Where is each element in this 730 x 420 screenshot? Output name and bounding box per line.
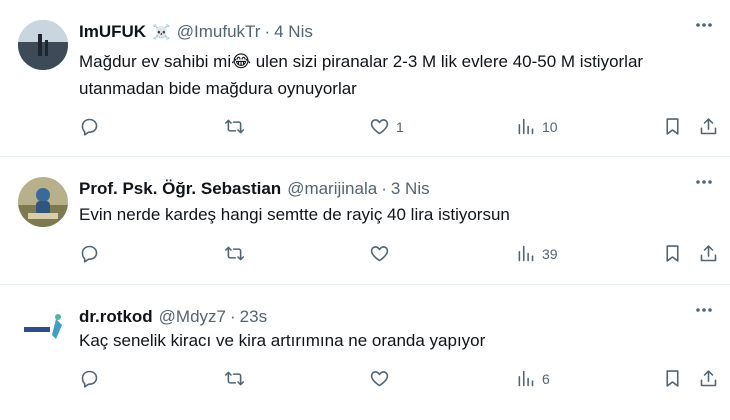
bookmark-icon (666, 118, 679, 135)
action-bar: 6 (79, 368, 720, 394)
retweet-button[interactable] (224, 243, 245, 264)
tweet[interactable]: ImUFUK ☠️ @ImufukTr · 4 Nis Mağdur ev sa… (0, 0, 730, 157)
tweet-text: Kaç senelik kiracı ve kira artırımına ne… (79, 331, 486, 350)
reply-icon (81, 370, 98, 388)
display-name[interactable]: ImUFUK (79, 22, 146, 42)
more-icon[interactable] (690, 299, 718, 323)
heart-icon (370, 371, 389, 387)
avatar[interactable] (18, 305, 68, 355)
display-name[interactable]: dr.rotkod (79, 307, 153, 327)
tweet-header: ImUFUK ☠️ @ImufukTr · 4 Nis (79, 22, 670, 42)
more-icon[interactable] (690, 14, 718, 38)
timestamp[interactable]: 3 Nis (391, 179, 430, 199)
user-handle[interactable]: @ImufukTr (177, 22, 261, 42)
tweet[interactable]: Prof. Psk. Öğr. Sebastian @marijinala · … (0, 157, 730, 285)
bookmark-button[interactable] (662, 243, 683, 264)
heart-icon (370, 119, 389, 135)
view-count: 10 (542, 118, 558, 135)
view-count: 6 (542, 370, 550, 387)
separator-dot: · (264, 22, 271, 41)
reply-button[interactable] (79, 368, 100, 389)
skull-crossbones-icon: ☠️ (152, 24, 171, 41)
avatar[interactable] (18, 177, 68, 227)
retweet-icon (224, 371, 245, 386)
views-icon (518, 118, 534, 135)
like-button[interactable] (369, 368, 390, 389)
timestamp[interactable]: 4 Nis (274, 22, 313, 42)
bookmark-icon (666, 245, 679, 262)
reply-icon (81, 118, 98, 136)
share-button[interactable] (698, 368, 719, 389)
reply-button[interactable] (79, 116, 100, 137)
tweet-header: dr.rotkod @Mdyz7 · 23s (79, 307, 670, 327)
share-icon (700, 118, 717, 135)
share-button[interactable] (698, 243, 719, 264)
action-bar: 1 10 (79, 116, 720, 142)
reply-feed: ImUFUK ☠️ @ImufukTr · 4 Nis Mağdur ev sa… (0, 0, 730, 420)
tweet-text: Evin nerde kardeş hangi semtte de rayiç … (79, 205, 510, 224)
bookmark-icon (666, 370, 679, 387)
retweet-button[interactable] (224, 116, 245, 137)
bookmark-button[interactable] (662, 368, 683, 389)
view-count: 39 (542, 245, 558, 262)
avatar[interactable] (18, 20, 68, 70)
more-icon[interactable] (690, 171, 718, 195)
retweet-icon (224, 119, 245, 134)
heart-icon (370, 246, 389, 262)
user-handle[interactable]: @Mdyz7 (159, 307, 226, 327)
tweet[interactable]: dr.rotkod @Mdyz7 · 23s Kaç senelik kirac… (0, 285, 730, 420)
tweet-text: Mağdur ev sahibi mi😂 ulen sizi piranalar… (79, 52, 644, 98)
views-button[interactable]: 6 (515, 368, 550, 389)
like-count: 1 (396, 118, 404, 135)
display-name[interactable]: Prof. Psk. Öğr. Sebastian (79, 179, 281, 199)
user-handle[interactable]: @marijinala (287, 179, 377, 199)
bookmark-button[interactable] (662, 116, 683, 137)
like-button[interactable]: 1 (369, 116, 404, 137)
retweet-icon (224, 246, 245, 261)
like-button[interactable] (369, 243, 390, 264)
share-button[interactable] (698, 116, 719, 137)
timestamp[interactable]: 23s (240, 307, 267, 327)
share-icon (700, 370, 717, 387)
retweet-button[interactable] (224, 368, 245, 389)
views-button[interactable]: 10 (515, 116, 558, 137)
views-icon (518, 370, 534, 387)
separator-dot: · (230, 307, 236, 326)
separator-dot: · (381, 179, 387, 198)
views-button[interactable]: 39 (515, 243, 558, 264)
tweet-header: Prof. Psk. Öğr. Sebastian @marijinala · … (79, 179, 670, 199)
reply-icon (81, 245, 98, 263)
reply-button[interactable] (79, 243, 100, 264)
views-icon (518, 245, 534, 262)
share-icon (700, 245, 717, 262)
action-bar: 39 (79, 243, 720, 269)
